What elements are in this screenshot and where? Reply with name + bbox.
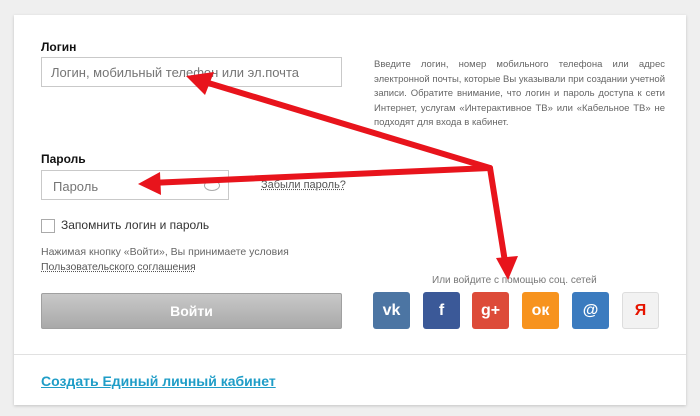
social-title: Или войдите с помощью соц. сетей: [432, 275, 597, 286]
remember-checkbox[interactable]: [41, 219, 55, 233]
facebook-icon[interactable]: f: [423, 292, 460, 329]
password-input[interactable]: [51, 172, 205, 200]
password-field: [41, 170, 229, 200]
yandex-icon[interactable]: Я: [622, 292, 659, 329]
terms-text: Нажимая кнопку «Войти», Вы принимаете ус…: [41, 246, 289, 258]
forgot-password-link[interactable]: Забыли пароль?: [261, 179, 346, 191]
remember-label[interactable]: Запомнить логин и пароль: [61, 218, 209, 232]
create-account-link[interactable]: Создать Единый личный кабинет: [41, 373, 276, 389]
password-label: Пароль: [41, 152, 86, 166]
mail-ru-icon[interactable]: @: [572, 292, 609, 329]
login-hint-text: Введите логин, номер мобильного телефона…: [374, 59, 665, 128]
odnoklassniki-icon[interactable]: ок: [522, 292, 559, 329]
login-button[interactable]: Войти: [41, 293, 342, 329]
login-input[interactable]: [41, 57, 342, 87]
terms-link[interactable]: Пользовательского соглашения: [41, 261, 196, 273]
login-label: Логин: [41, 40, 77, 54]
google-plus-icon[interactable]: g+: [472, 292, 509, 329]
vk-icon[interactable]: vk: [373, 292, 410, 329]
divider: [14, 354, 686, 355]
show-password-icon[interactable]: [204, 180, 220, 191]
